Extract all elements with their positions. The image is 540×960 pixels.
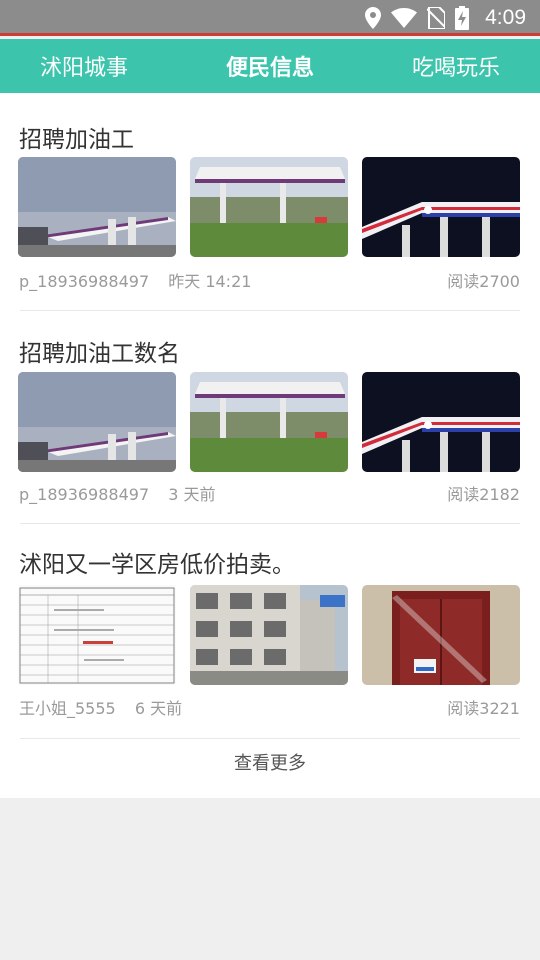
post-meta: p_18936988497 3 天前 阅读2182	[19, 481, 520, 505]
gas-station-photo[interactable]	[190, 157, 348, 257]
post-read-count: 阅读2182	[447, 485, 520, 504]
no-sim-icon	[427, 7, 446, 29]
post-read-count: 阅读3221	[447, 699, 520, 718]
post-author: p_18936988497	[19, 485, 150, 504]
tab-bar: 沭阳城事 便民信息 吃喝玩乐	[0, 39, 540, 93]
wifi-icon	[391, 8, 418, 28]
post-item[interactable]: 招聘加油工数名 p_18936988497 3 天前 阅读2182	[0, 311, 540, 524]
post-author: 王小姐_5555	[19, 699, 116, 718]
post-time: 6 天前	[134, 699, 183, 718]
gas-station-photo[interactable]	[362, 157, 520, 257]
post-thumbnails	[18, 157, 521, 257]
post-title: 招聘加油工数名	[19, 341, 180, 367]
gas-station-photo[interactable]	[18, 372, 176, 472]
status-icons: 4:09	[365, 4, 526, 32]
door-photo[interactable]	[362, 585, 520, 685]
divider	[20, 738, 520, 739]
post-title: 招聘加油工	[19, 127, 134, 153]
post-meta: p_18936988497 昨天 14:21 阅读2700	[19, 268, 520, 292]
status-time: 4:09	[485, 6, 526, 29]
post-thumbnails	[18, 585, 521, 685]
post-item[interactable]: 沭阳又一学区房低价拍卖。 王小姐_5555 6 天前 阅读3221	[0, 524, 540, 738]
status-bar: 4:09	[0, 0, 540, 36]
tab-convenience-info[interactable]: 便民信息	[186, 39, 354, 93]
gas-station-photo[interactable]	[18, 157, 176, 257]
post-time: 3 天前	[168, 485, 216, 504]
tab-city-news[interactable]: 沭阳城事	[0, 39, 168, 93]
gas-station-photo[interactable]	[190, 372, 348, 472]
post-author: p_18936988497	[19, 272, 150, 291]
apartment-building-photo[interactable]	[190, 585, 348, 685]
post-title: 沭阳又一学区房低价拍卖。	[19, 552, 295, 578]
battery-charging-icon	[455, 6, 470, 30]
post-read-count: 阅读2700	[447, 272, 520, 291]
post-thumbnails	[18, 372, 521, 472]
post-time: 昨天 14:21	[168, 272, 252, 291]
view-more-button[interactable]: 查看更多	[0, 749, 540, 775]
post-item[interactable]: 招聘加油工 p_18936988497 昨天 14:21 阅读2700	[0, 93, 540, 311]
post-meta: 王小姐_5555 6 天前 阅读3221	[19, 695, 520, 719]
tab-food-fun[interactable]: 吃喝玩乐	[372, 39, 540, 93]
document-photo[interactable]	[18, 585, 176, 685]
post-list: 招聘加油工 p_18936988497 昨天 14:21 阅读2700 招聘加油…	[0, 93, 540, 798]
gas-station-photo[interactable]	[362, 372, 520, 472]
location-icon	[365, 7, 382, 29]
status-accent-line	[0, 33, 540, 36]
